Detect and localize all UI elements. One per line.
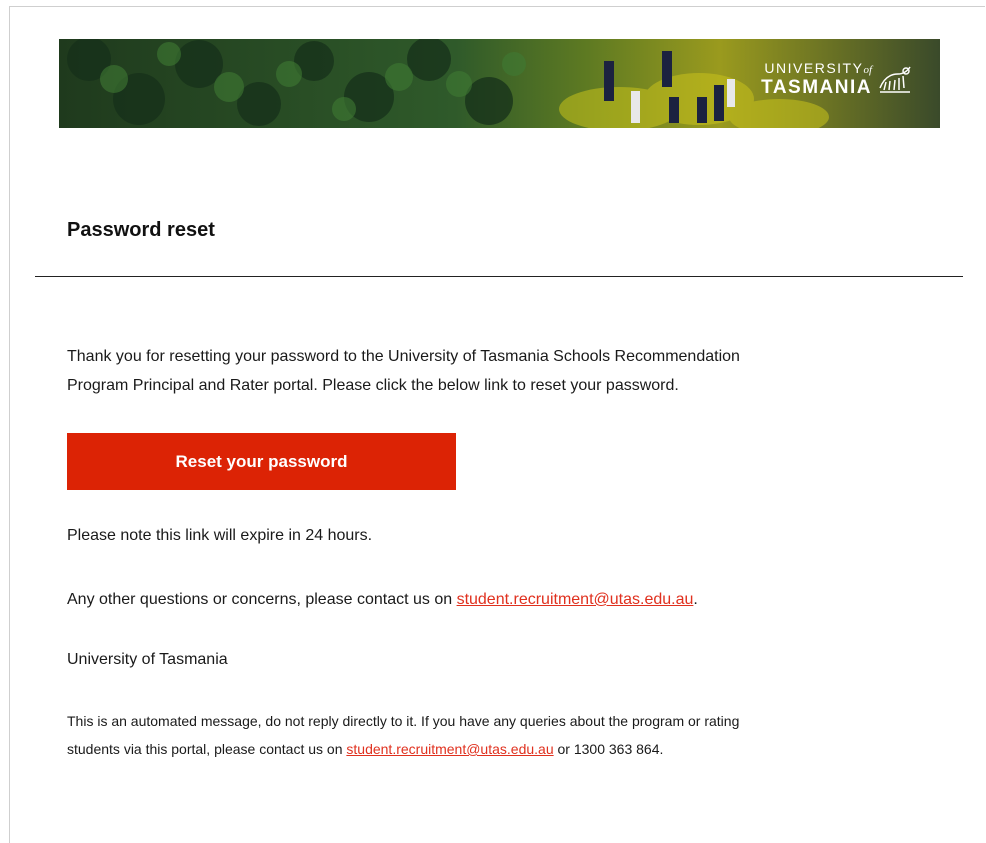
email-title: Password reset <box>67 219 215 241</box>
contact-paragraph: Any other questions or concerns, please … <box>67 585 698 614</box>
title-divider <box>35 276 963 277</box>
footer-email-link[interactable]: student.recruitment@utas.edu.au <box>346 741 553 757</box>
footer-line-1: This is an automated message, do not rep… <box>67 713 740 729</box>
intro-paragraph: Thank you for resetting your password to… <box>67 342 927 400</box>
footer-notice: This is an automated message, do not rep… <box>67 707 947 763</box>
footer-suffix: or 1300 363 864. <box>553 741 664 757</box>
header-banner-image: UNIVERSITYof TASMANIA <box>59 39 940 128</box>
signoff: University of Tasmania <box>67 651 228 668</box>
footer-prefix: students via this portal, please contact… <box>67 741 347 757</box>
contact-prefix: Any other questions or concerns, please … <box>67 591 457 608</box>
contact-email-link[interactable]: student.recruitment@utas.edu.au <box>457 591 694 608</box>
expiry-note: Please note this link will expire in 24 … <box>67 527 373 544</box>
tasmanian-tiger-crest-icon <box>879 66 911 93</box>
intro-line-2: Program Principal and Rater portal. Plea… <box>67 377 679 394</box>
contact-suffix: . <box>693 591 698 608</box>
university-logo: UNIVERSITYof TASMANIA <box>761 61 912 97</box>
reset-password-button[interactable]: Reset your password <box>67 433 456 490</box>
intro-line-1: Thank you for resetting your password to… <box>67 348 740 365</box>
